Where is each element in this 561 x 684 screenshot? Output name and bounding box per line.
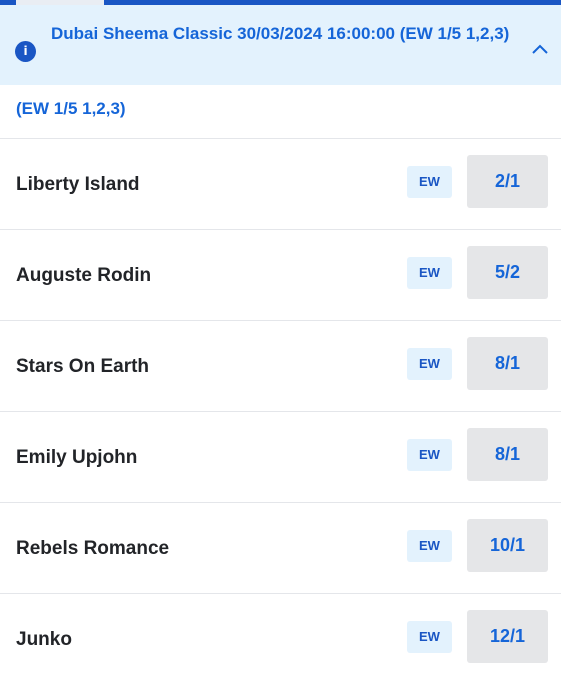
chevron-up-icon[interactable] — [530, 39, 550, 59]
each-way-terms: (EW 1/5 1,2,3) — [16, 99, 126, 118]
runner-name: Stars On Earth — [16, 356, 150, 377]
race-header[interactable]: i Dubai Sheema Classic 30/03/2024 16:00:… — [0, 5, 561, 85]
each-way-badge: EW — [407, 348, 452, 380]
runner-row: Rebels Romance EW 10/1 — [0, 502, 561, 593]
odds-button[interactable]: 10/1 — [467, 519, 548, 572]
runner-row: Liberty Island EW 2/1 — [0, 138, 561, 229]
each-way-badge: EW — [407, 439, 452, 471]
each-way-badge: EW — [407, 621, 452, 653]
odds-button[interactable]: 8/1 — [467, 337, 548, 390]
each-way-badge: EW — [407, 257, 452, 289]
odds-button[interactable]: 5/2 — [467, 246, 548, 299]
odds-button[interactable]: 8/1 — [467, 428, 548, 481]
odds-button[interactable]: 2/1 — [467, 155, 548, 208]
runner-name: Rebels Romance — [16, 538, 170, 559]
odds-button[interactable]: 12/1 — [467, 610, 548, 663]
runner-list: Liberty Island EW 2/1 Auguste Rodin EW 5… — [0, 138, 561, 684]
runner-name: Auguste Rodin — [16, 265, 152, 286]
each-way-badge: EW — [407, 530, 452, 562]
runner-name: Junko — [16, 629, 72, 650]
race-title: Dubai Sheema Classic 30/03/2024 16:00:00… — [51, 24, 510, 43]
each-way-badge: EW — [407, 166, 452, 198]
runner-row: Junko EW 12/1 — [0, 593, 561, 684]
runner-row: Emily Upjohn EW 8/1 — [0, 411, 561, 502]
info-icon: i — [15, 41, 36, 62]
runner-row: Stars On Earth EW 8/1 — [0, 320, 561, 411]
runner-row: Auguste Rodin EW 5/2 — [0, 229, 561, 320]
runner-name: Liberty Island — [16, 174, 140, 195]
runner-name: Emily Upjohn — [16, 447, 138, 468]
